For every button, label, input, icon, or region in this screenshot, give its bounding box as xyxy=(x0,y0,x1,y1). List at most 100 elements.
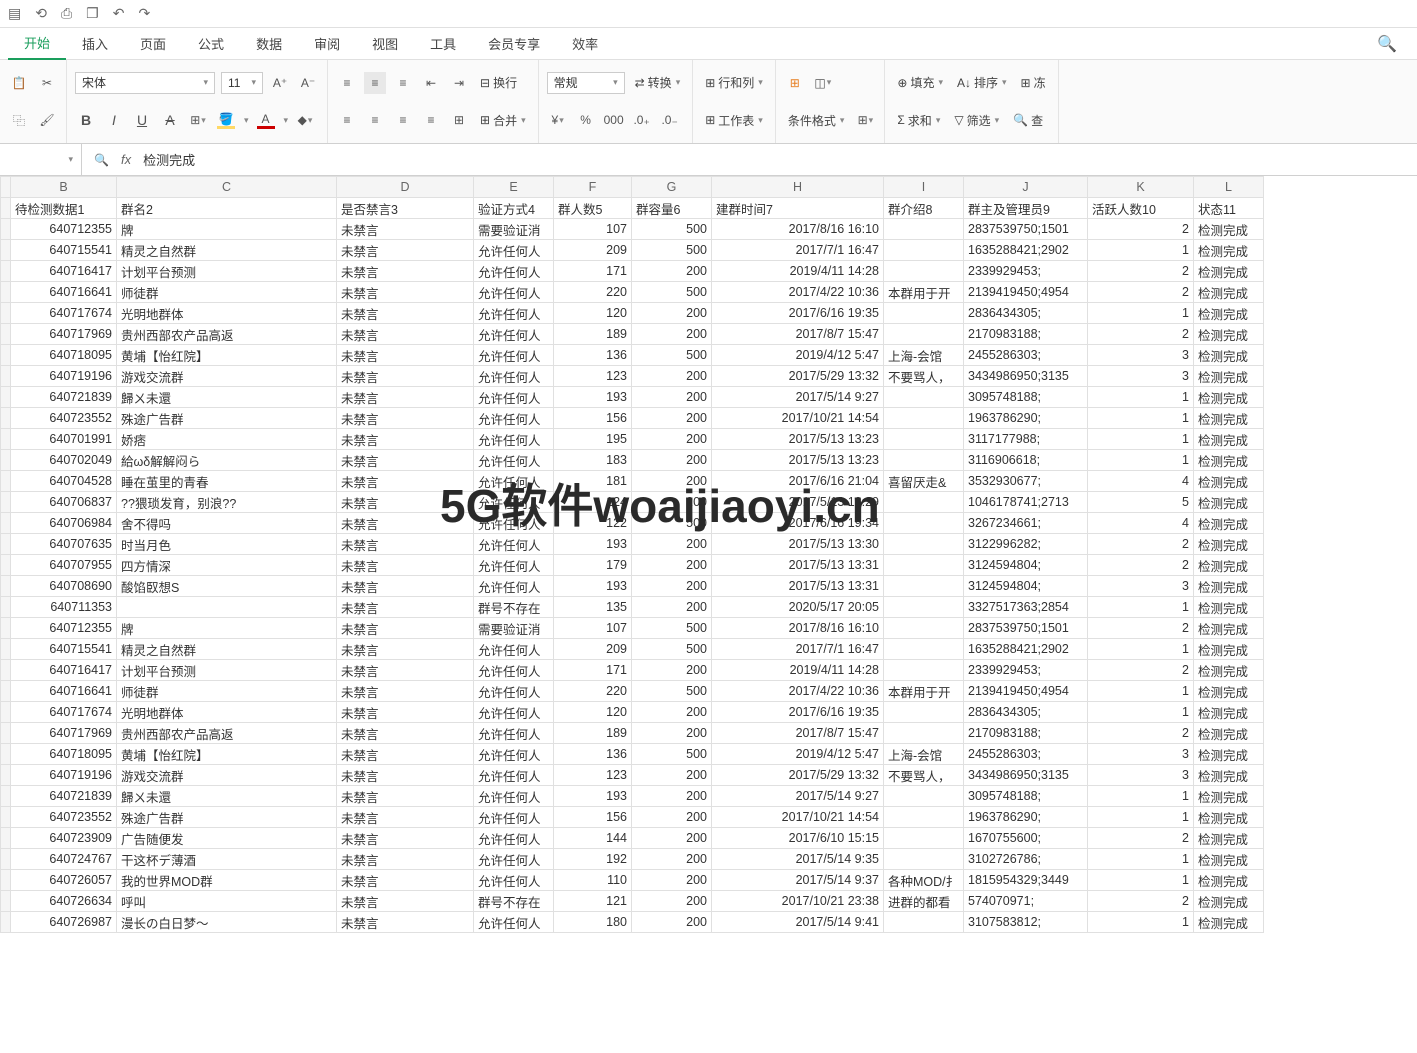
cell[interactable]: 200 xyxy=(632,324,712,345)
cell[interactable]: 未禁言 xyxy=(337,618,474,639)
currency-icon[interactable]: ¥▾ xyxy=(547,109,569,131)
cell[interactable]: 未禁言 xyxy=(337,345,474,366)
cell[interactable]: 4 xyxy=(1088,513,1194,534)
cell[interactable]: 未禁言 xyxy=(337,366,474,387)
cell[interactable]: 未禁言 xyxy=(337,492,474,513)
cell[interactable] xyxy=(884,639,964,660)
sum-button[interactable]: Σ 求和▾ xyxy=(893,110,944,131)
increase-font-icon[interactable]: A⁺ xyxy=(269,72,291,94)
cell[interactable]: 193 xyxy=(554,786,632,807)
cell[interactable]: 640718095 xyxy=(11,744,117,765)
formula-input[interactable] xyxy=(143,152,1405,167)
cell[interactable]: 允许任何人 xyxy=(474,471,554,492)
column-header-C[interactable]: C xyxy=(117,177,337,198)
cell[interactable] xyxy=(884,786,964,807)
cell[interactable]: 2836434305; xyxy=(964,702,1088,723)
cell[interactable]: 检测完成 xyxy=(1194,576,1264,597)
cell[interactable]: 未禁言 xyxy=(337,639,474,660)
cell[interactable]: 200 xyxy=(632,576,712,597)
cell[interactable]: 2017/5/13 13:23 xyxy=(712,429,884,450)
cell[interactable]: 200 xyxy=(632,828,712,849)
cell[interactable]: 未禁言 xyxy=(337,681,474,702)
cell[interactable]: 2 xyxy=(1088,723,1194,744)
cell[interactable]: 1670755600; xyxy=(964,828,1088,849)
cell[interactable]: 未禁言 xyxy=(337,429,474,450)
cell[interactable]: 喜留厌走& xyxy=(884,471,964,492)
cell[interactable]: 2 xyxy=(1088,660,1194,681)
cell[interactable]: 2 xyxy=(1088,282,1194,303)
percent-icon[interactable]: % xyxy=(575,109,597,131)
cell[interactable]: 2017/8/16 16:10 xyxy=(712,219,884,240)
redo-icon[interactable]: ↷ xyxy=(138,5,150,22)
cell[interactable]: 未禁言 xyxy=(337,324,474,345)
cell[interactable]: 2019/4/11 14:28 xyxy=(712,660,884,681)
cell[interactable]: 640721839 xyxy=(11,786,117,807)
cell[interactable]: 2455286303; xyxy=(964,345,1088,366)
cell[interactable]: 200 xyxy=(632,660,712,681)
cell[interactable]: 需要验证消 xyxy=(474,219,554,240)
cell[interactable]: 未禁言 xyxy=(337,849,474,870)
cell[interactable]: 209 xyxy=(554,639,632,660)
cell[interactable]: 不要骂人， xyxy=(884,765,964,786)
indent-right-icon[interactable]: ⇥ xyxy=(448,72,470,94)
cell[interactable]: 2017/5/14 9:41 xyxy=(712,912,884,933)
cell[interactable]: 检测完成 xyxy=(1194,597,1264,618)
cell[interactable]: 189 xyxy=(554,723,632,744)
highlight-button[interactable]: ◆▾ xyxy=(294,109,316,131)
conditional-format-icon[interactable]: ⊞ xyxy=(784,72,806,94)
cell[interactable]: 允许任何人 xyxy=(474,513,554,534)
cell[interactable]: 允许任何人 xyxy=(474,723,554,744)
column-header-I[interactable]: I xyxy=(884,177,964,198)
cell[interactable]: 检测完成 xyxy=(1194,744,1264,765)
cell[interactable]: 640702049 xyxy=(11,450,117,471)
cell[interactable]: 1635288421;2902 xyxy=(964,639,1088,660)
cell[interactable]: 200 xyxy=(632,891,712,912)
cell[interactable]: 检测完成 xyxy=(1194,303,1264,324)
cell[interactable]: 酸馅臤想S xyxy=(117,576,337,597)
header-cell[interactable]: 群名2 xyxy=(117,198,337,219)
cell[interactable]: 允许任何人 xyxy=(474,324,554,345)
menu-tab-9[interactable]: 效率 xyxy=(556,28,614,59)
cell[interactable] xyxy=(884,702,964,723)
cell[interactable]: 进群的都看 xyxy=(884,891,964,912)
cell[interactable]: 500 xyxy=(632,219,712,240)
cell[interactable]: 1 xyxy=(1088,387,1194,408)
cell[interactable]: 牌 xyxy=(117,219,337,240)
cell[interactable]: 640717674 xyxy=(11,303,117,324)
align-middle-icon[interactable]: ≡ xyxy=(364,72,386,94)
cell[interactable]: 允许任何人 xyxy=(474,534,554,555)
cell[interactable] xyxy=(884,618,964,639)
cell[interactable]: 2017/5/13 13:23 xyxy=(712,450,884,471)
cell[interactable]: 3434986950;3135 xyxy=(964,366,1088,387)
cell[interactable]: 各种MOD/扌 xyxy=(884,870,964,891)
cell[interactable]: 2455286303; xyxy=(964,744,1088,765)
cell[interactable]: 500 xyxy=(632,345,712,366)
column-header-J[interactable]: J xyxy=(964,177,1088,198)
cell[interactable] xyxy=(884,849,964,870)
cell[interactable]: 640711353 xyxy=(11,597,117,618)
cell[interactable]: 640717674 xyxy=(11,702,117,723)
cell[interactable]: 检测完成 xyxy=(1194,870,1264,891)
cell[interactable]: 检测完成 xyxy=(1194,282,1264,303)
cell[interactable]: 殊途广告群 xyxy=(117,807,337,828)
cell[interactable]: 640715541 xyxy=(11,639,117,660)
number-format-select[interactable]: 常规▾ xyxy=(547,72,625,94)
rowcol-button[interactable]: ⊞ 行和列▾ xyxy=(701,72,767,93)
undo-icon[interactable]: ↶ xyxy=(113,5,125,22)
menu-tab-1[interactable]: 插入 xyxy=(66,28,124,59)
cell[interactable]: 2017/5/13 13:31 xyxy=(712,576,884,597)
cell[interactable]: 未禁言 xyxy=(337,807,474,828)
cell[interactable]: 检测完成 xyxy=(1194,618,1264,639)
cell[interactable]: 120 xyxy=(554,303,632,324)
cell[interactable]: 检测完成 xyxy=(1194,555,1264,576)
cell[interactable]: 3327517363;2854 xyxy=(964,597,1088,618)
cell[interactable]: 精灵之自然群 xyxy=(117,639,337,660)
cell[interactable]: 光明地群体 xyxy=(117,303,337,324)
table-style-icon[interactable]: ⊞▾ xyxy=(854,109,876,131)
cell[interactable]: 2019/4/11 14:28 xyxy=(712,261,884,282)
cell[interactable]: 检测完成 xyxy=(1194,345,1264,366)
cell[interactable]: 2339929453; xyxy=(964,261,1088,282)
cell-style-icon[interactable]: ◫▾ xyxy=(812,72,834,94)
align-center-icon[interactable]: ≡ xyxy=(364,109,386,131)
cell[interactable]: 3 xyxy=(1088,576,1194,597)
